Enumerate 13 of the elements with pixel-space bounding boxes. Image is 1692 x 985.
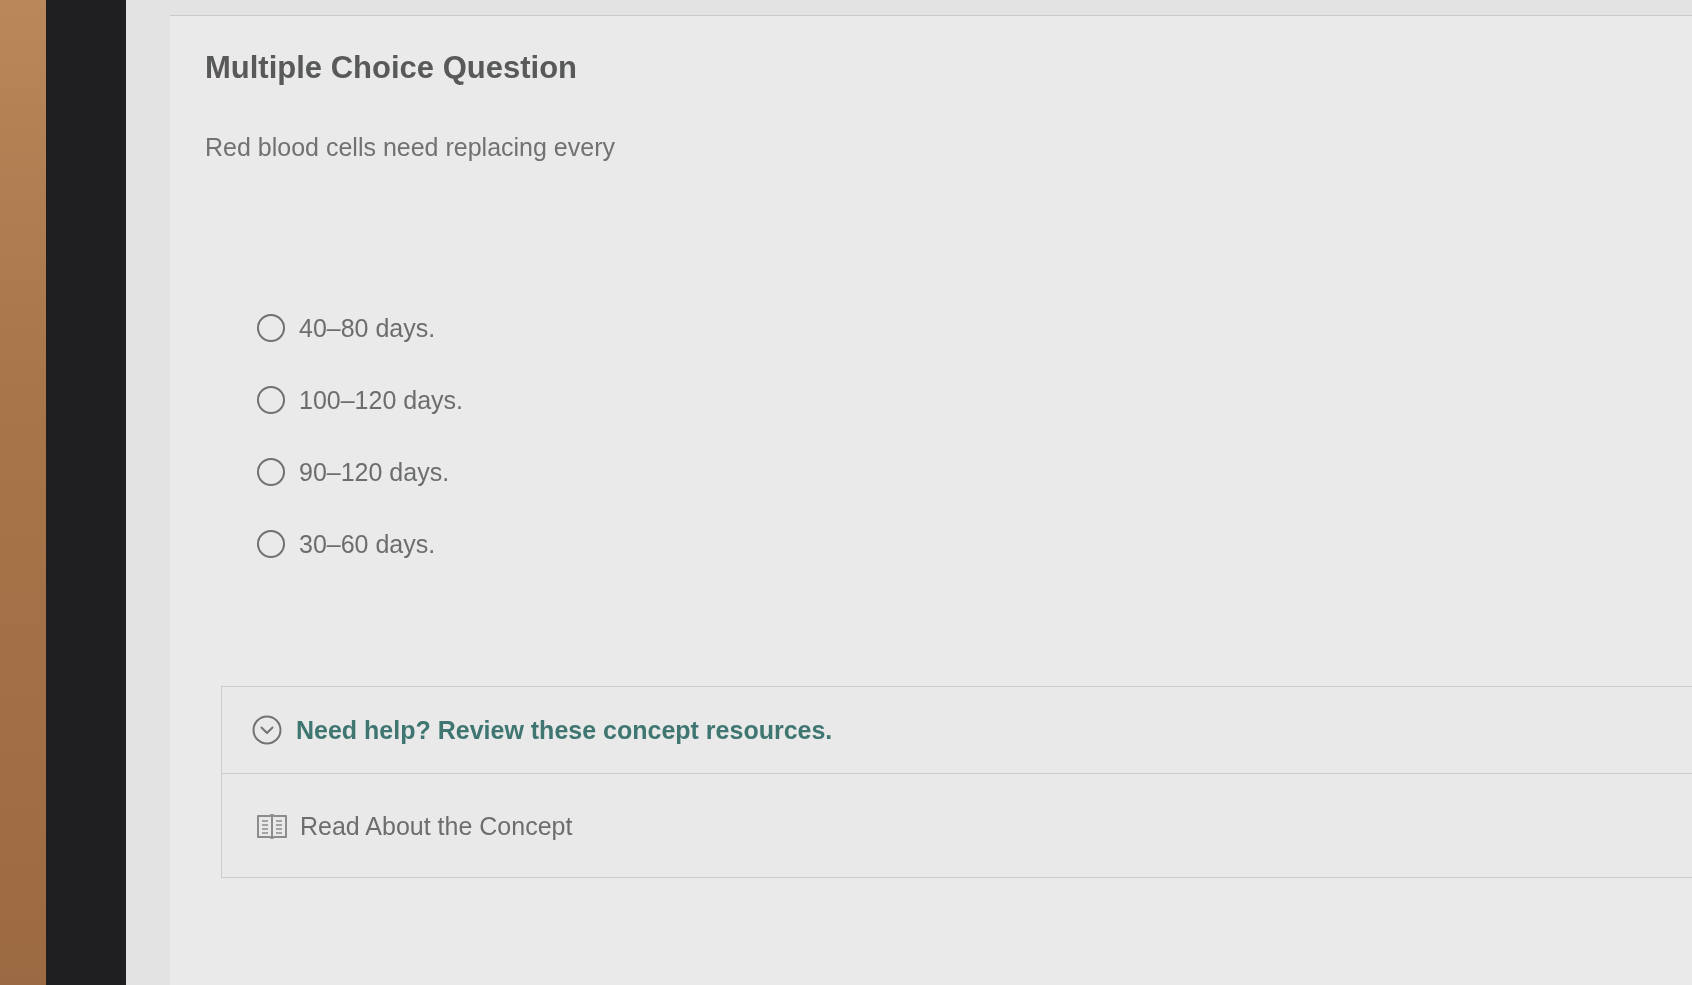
radio-button[interactable]	[257, 386, 285, 414]
option-label: 90–120 days.	[299, 457, 450, 488]
option-label: 30–60 days.	[299, 529, 436, 560]
radio-button[interactable]	[257, 458, 285, 486]
question-prompt: Red blood cells need replacing every	[205, 132, 615, 163]
resource-link[interactable]: Read About the Concept	[256, 808, 573, 843]
radio-button[interactable]	[257, 314, 285, 342]
help-toggle-button[interactable]: Need help? Review these concept resources.	[222, 687, 1692, 773]
radio-button[interactable]	[257, 530, 285, 558]
option-label: 100–120 days.	[299, 385, 464, 416]
book-icon	[256, 811, 288, 840]
question-heading: Multiple Choice Question	[205, 49, 577, 87]
option-label: 40–80 days.	[299, 313, 436, 344]
